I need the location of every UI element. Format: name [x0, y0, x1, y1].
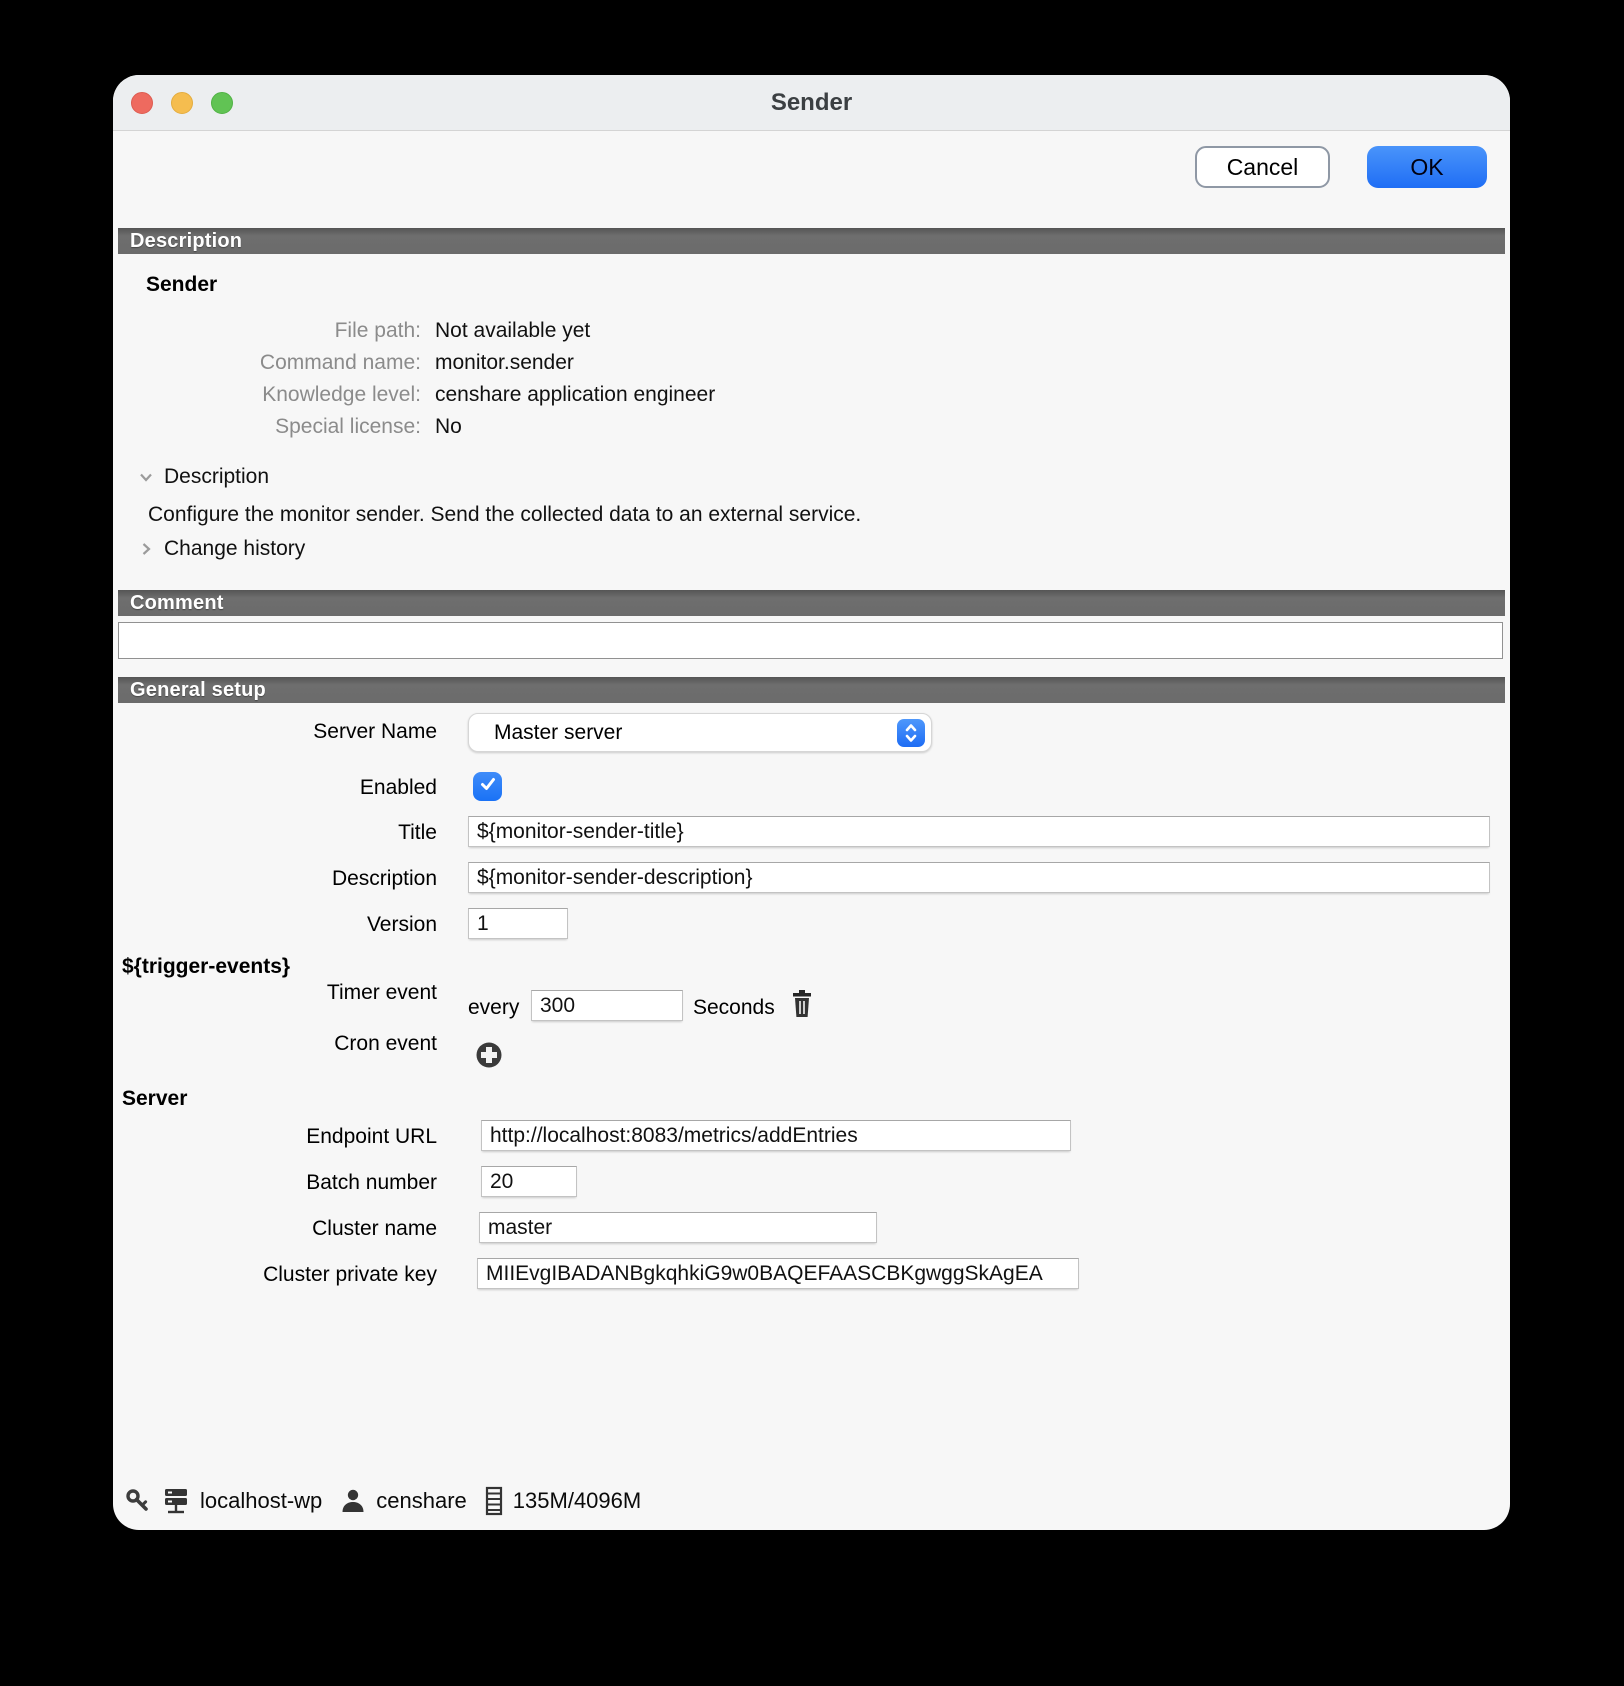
command-heading: Sender — [146, 273, 217, 297]
enabled-checkbox[interactable] — [473, 772, 502, 801]
change-history-toggle[interactable]: Change history — [138, 537, 305, 561]
cron-event-label: Cron event — [113, 1032, 437, 1056]
timer-every-label: every — [468, 996, 519, 1020]
info-row-knowledge-level: Knowledge level: censhare application en… — [133, 379, 715, 411]
info-value: Not available yet — [435, 319, 590, 343]
zoom-icon[interactable] — [211, 92, 233, 114]
batch-number-input[interactable] — [481, 1166, 577, 1197]
description-section-header: Description — [118, 228, 1505, 254]
title-input[interactable] — [468, 816, 1490, 847]
info-label: File path: — [133, 319, 421, 343]
status-user: censhare — [376, 1488, 467, 1514]
status-host: localhost-wp — [200, 1488, 322, 1514]
version-input[interactable] — [468, 908, 568, 939]
timer-seconds-input[interactable] — [531, 990, 683, 1021]
checkmark-icon — [478, 774, 498, 799]
server-name-select[interactable]: Master server — [468, 713, 932, 752]
command-description-text: Configure the monitor sender. Send the c… — [148, 503, 861, 527]
cancel-button[interactable]: Cancel — [1195, 146, 1330, 188]
close-icon[interactable] — [131, 92, 153, 114]
enabled-label: Enabled — [113, 776, 437, 800]
popup-arrows-icon — [897, 719, 925, 747]
description-toggle[interactable]: Description — [138, 465, 269, 489]
server-heading: Server — [122, 1087, 187, 1111]
status-memory: 135M/4096M — [513, 1488, 641, 1514]
cluster-name-label: Cluster name — [113, 1217, 437, 1241]
info-value: censhare application engineer — [435, 383, 715, 407]
user-icon — [339, 1487, 367, 1515]
title-label: Title — [113, 821, 437, 845]
server-name-label: Server Name — [113, 720, 437, 744]
cluster-name-input[interactable] — [479, 1212, 877, 1243]
version-label: Version — [113, 913, 437, 937]
minimize-icon[interactable] — [171, 92, 193, 114]
command-info: File path: Not available yet Command nam… — [133, 315, 715, 443]
cluster-private-key-input[interactable] — [477, 1258, 1079, 1289]
server-icon — [161, 1486, 191, 1516]
endpoint-url-label: Endpoint URL — [113, 1125, 437, 1149]
info-row-file-path: File path: Not available yet — [133, 315, 715, 347]
chevron-right-icon — [138, 541, 154, 557]
info-row-special-license: Special license: No — [133, 411, 715, 443]
ok-button[interactable]: OK — [1367, 146, 1487, 188]
general-setup-section-header: General setup — [118, 677, 1505, 703]
info-label: Special license: — [133, 415, 421, 439]
info-label: Command name: — [133, 351, 421, 375]
plus-icon[interactable] — [475, 1041, 503, 1069]
timer-unit-label: Seconds — [693, 996, 775, 1020]
server-name-value: Master server — [469, 721, 897, 745]
timer-event-label: Timer event — [113, 981, 437, 1005]
status-bar: localhost-wp censhare 135M/4096M — [125, 1484, 649, 1518]
description-field-label: Description — [113, 867, 437, 891]
change-history-toggle-label: Change history — [164, 537, 305, 561]
cluster-private-key-label: Cluster private key — [113, 1263, 437, 1287]
description-input[interactable] — [468, 862, 1490, 893]
sender-dialog: Sender Cancel OK Description Sender File… — [113, 75, 1510, 1530]
batch-number-label: Batch number — [113, 1171, 437, 1195]
info-value: No — [435, 415, 462, 439]
info-row-command-name: Command name: monitor.sender — [133, 347, 715, 379]
trash-icon[interactable] — [790, 990, 814, 1018]
key-icon — [125, 1488, 152, 1515]
endpoint-url-input[interactable] — [481, 1120, 1071, 1151]
title-bar: Sender — [113, 75, 1510, 131]
description-toggle-label: Description — [164, 465, 269, 489]
chevron-down-icon — [138, 469, 154, 485]
memory-icon — [484, 1486, 504, 1516]
comment-input[interactable] — [118, 622, 1503, 659]
comment-section-header: Comment — [118, 590, 1505, 616]
window-title: Sender — [771, 89, 852, 117]
info-label: Knowledge level: — [133, 383, 421, 407]
trigger-events-heading: ${trigger-events} — [122, 955, 290, 979]
info-value: monitor.sender — [435, 351, 574, 375]
